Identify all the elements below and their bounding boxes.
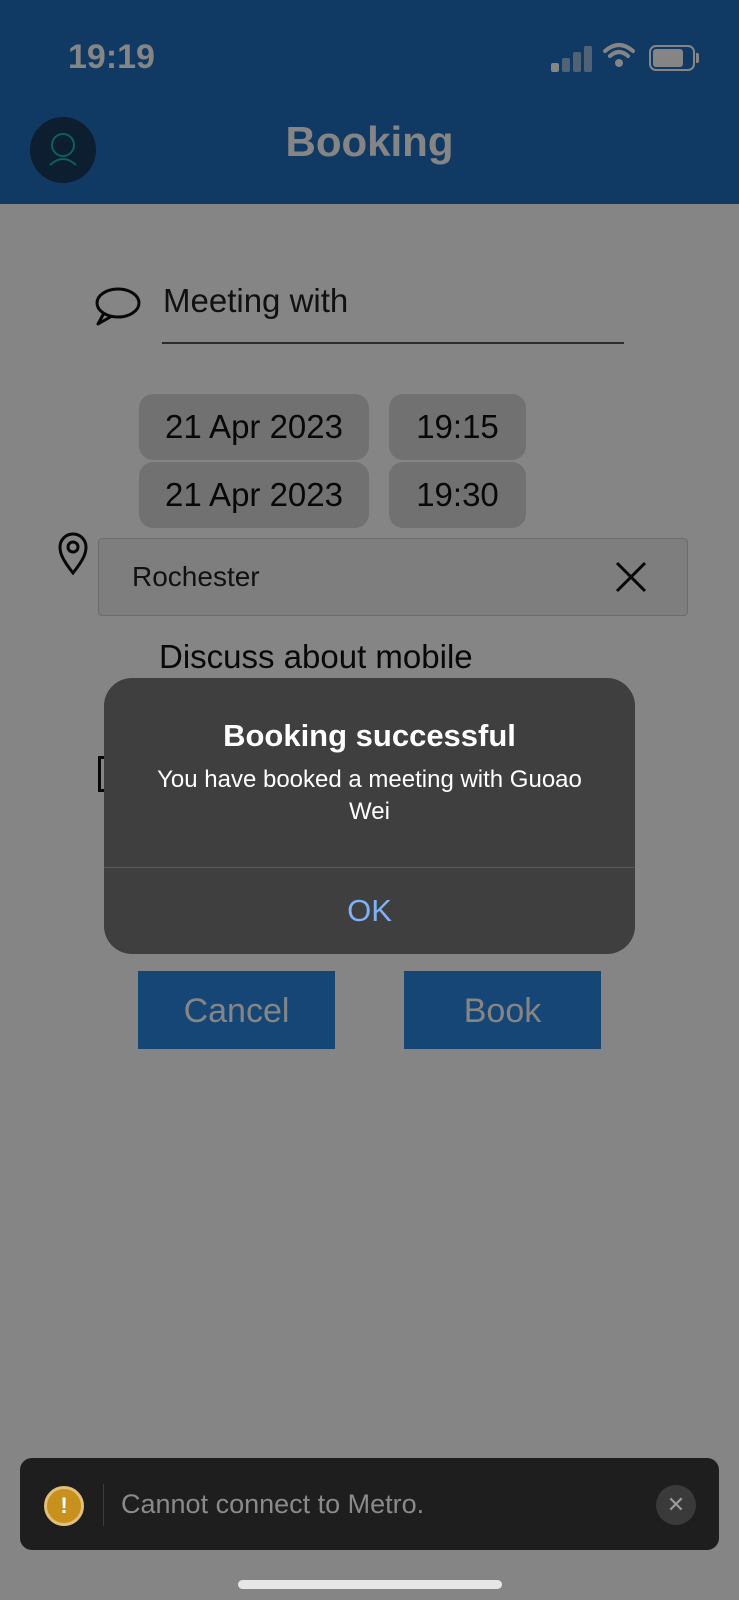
alert-message: You have booked a meeting with Guoao Wei — [157, 766, 582, 825]
warning-icon: ! — [44, 1486, 84, 1526]
close-icon[interactable]: ✕ — [656, 1485, 696, 1525]
toast-divider — [103, 1484, 104, 1526]
alert-title: Booking successful — [223, 718, 516, 753]
booking-success-alert: Booking successful You have booked a mee… — [104, 678, 635, 954]
home-indicator[interactable] — [238, 1580, 502, 1589]
ok-button[interactable]: OK — [104, 868, 635, 954]
toast-message: Cannot connect to Metro. — [121, 1489, 425, 1519]
